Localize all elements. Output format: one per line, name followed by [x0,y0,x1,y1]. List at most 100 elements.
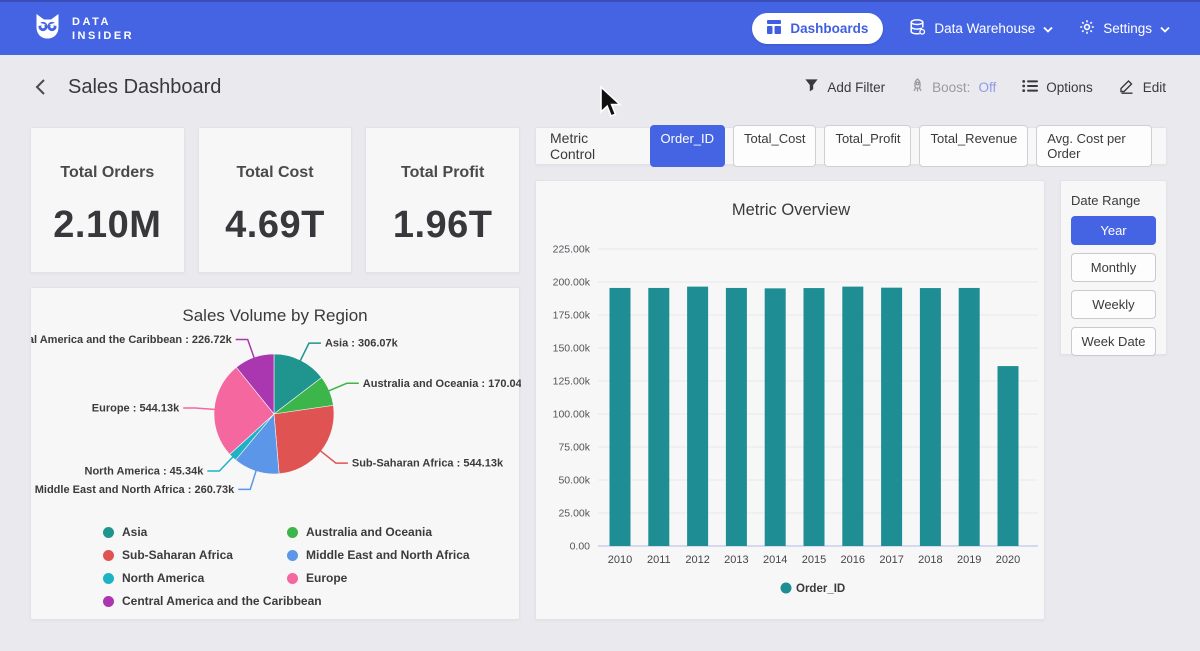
metric-control-bar: Metric Control Order_IDTotal_CostTotal_P… [535,127,1167,165]
app-window: DATA INSIDER Dashboards [0,0,1200,651]
svg-text:Central America and the Caribb: Central America and the Caribbean : 226.… [31,334,233,346]
svg-text:2014: 2014 [763,554,787,566]
legend-item: Central America and the Caribbean [103,594,287,608]
edit-label: Edit [1143,80,1166,95]
boost-state: Off [978,80,996,95]
boost-label: Boost: [932,80,970,95]
chevron-down-icon [1160,21,1170,36]
pie-chart-title: Sales Volume by Region [31,306,519,326]
nav-bar: DATA INSIDER Dashboards [0,2,1200,55]
svg-text:2015: 2015 [802,554,826,566]
legend-item: Europe [287,571,519,585]
svg-text:Middle East and North Africa :: Middle East and North Africa : 260.73k [35,484,235,496]
metric-chip[interactable]: Order_ID [650,125,725,167]
legend-dot [103,573,114,584]
kpi-label: Total Profit [366,164,519,182]
chevron-down-icon [1043,21,1053,36]
svg-text:200.00k: 200.00k [553,277,591,289]
kpi-label: Total Orders [31,164,184,182]
kpi-value: 4.69T [199,204,352,247]
legend-item: Australia and Oceania [287,525,519,539]
metric-chip[interactable]: Total_Profit [824,125,911,167]
rocket-icon [911,78,924,96]
svg-text:Metric Overview: Metric Overview [732,201,850,219]
options-button[interactable]: Options [1022,79,1093,96]
svg-text:Asia : 306.07k: Asia : 306.07k [325,338,399,350]
svg-text:2011: 2011 [647,554,671,566]
svg-text:0.00: 0.00 [570,541,591,553]
dashboards-label: Dashboards [790,21,868,36]
kpi-card: Total Orders 2.10M [30,127,185,273]
owl-icon [34,12,61,45]
svg-text:2020: 2020 [996,554,1020,566]
date-range-options: Year Monthly Weekly Week Date [1071,208,1156,356]
svg-text:25.00k: 25.00k [558,508,590,520]
svg-text:125.00k: 125.00k [553,376,591,388]
edit-button[interactable]: Edit [1119,78,1166,97]
svg-text:Sub-Saharan Africa : 544.13k: Sub-Saharan Africa : 544.13k [352,458,504,470]
date-range-option[interactable]: Year [1071,216,1156,245]
svg-text:2017: 2017 [879,554,903,566]
legend-dot [287,527,298,538]
kpi-row: Total Orders2.10MTotal Cost4.69TTotal Pr… [30,127,520,273]
list-icon [1022,79,1038,96]
svg-text:75.00k: 75.00k [558,442,590,454]
svg-text:Order_ID: Order_ID [796,583,845,595]
legend-item: Asia [103,525,287,539]
data-warehouse-menu[interactable]: Data Warehouse [909,19,1053,39]
kpi-value: 2.10M [31,204,184,247]
brand-name-line2: INSIDER [72,29,134,43]
legend-item: Middle East and North Africa [287,548,519,562]
legend-dot [103,550,114,561]
svg-text:Australia and Oceania : 170.04: Australia and Oceania : 170.04k [363,378,521,390]
brand-logo[interactable]: DATA INSIDER [34,12,134,45]
legend-label: Middle East and North Africa [306,548,470,562]
date-range-option[interactable]: Monthly [1071,253,1156,282]
add-filter-label: Add Filter [827,80,885,95]
back-button[interactable] [34,78,46,96]
svg-text:Europe : 544.13k: Europe : 544.13k [92,402,180,414]
settings-menu[interactable]: Settings [1079,19,1170,38]
legend-dot [103,527,114,538]
chevron-left-icon [34,78,46,96]
legend-dot [287,573,298,584]
svg-text:2018: 2018 [918,554,942,566]
data-warehouse-label: Data Warehouse [934,21,1035,36]
pie-chart[interactable]: Asia : 306.07k Australia and Oceania : 17… [31,326,519,523]
svg-text:2010: 2010 [608,554,632,566]
svg-text:175.00k: 175.00k [553,310,591,322]
page-title: Sales Dashboard [68,76,221,99]
svg-text:2013: 2013 [724,554,748,566]
pencil-icon [1119,78,1135,97]
legend-item: North America [103,571,287,585]
legend-item: Sub-Saharan Africa [103,548,287,562]
metric-chip[interactable]: Total_Revenue [919,125,1028,167]
legend-label: Europe [306,571,347,585]
legend-dot [103,596,114,607]
kpi-value: 1.96T [366,204,519,247]
brand-name-line1: DATA [72,15,134,29]
legend-label: Asia [122,525,147,539]
date-range-option[interactable]: Weekly [1071,290,1156,319]
date-range-panel: Date Range Year Monthly Weekly Week Date [1060,180,1167,355]
svg-text:2019: 2019 [957,554,981,566]
add-filter-button[interactable]: Add Filter [804,78,885,96]
kpi-card: Total Profit 1.96T [365,127,520,273]
svg-text:225.00k: 225.00k [553,244,591,256]
svg-text:North America : 45.34k: North America : 45.34k [85,466,205,478]
svg-text:2016: 2016 [841,554,865,566]
svg-text:50.00k: 50.00k [558,475,590,487]
metric-chip[interactable]: Total_Cost [733,125,816,167]
date-range-label: Date Range [1071,193,1156,208]
svg-text:100.00k: 100.00k [553,409,591,421]
dashboards-button[interactable]: Dashboards [752,13,883,44]
filter-icon [804,78,819,96]
legend-label: Central America and the Caribbean [122,594,322,608]
metric-chip[interactable]: Avg. Cost per Order [1036,125,1152,167]
boost-toggle[interactable]: Boost: Off [911,78,996,96]
svg-text:2012: 2012 [685,554,709,566]
metric-control-label: Metric Control [550,130,634,162]
pie-legend: Asia Australia and OceaniaSub-Saharan Afr… [103,525,519,608]
bar-chart[interactable]: Metric Overview225.00k200.00k175.00k150.… [536,181,1044,624]
date-range-option[interactable]: Week Date [1071,327,1156,356]
